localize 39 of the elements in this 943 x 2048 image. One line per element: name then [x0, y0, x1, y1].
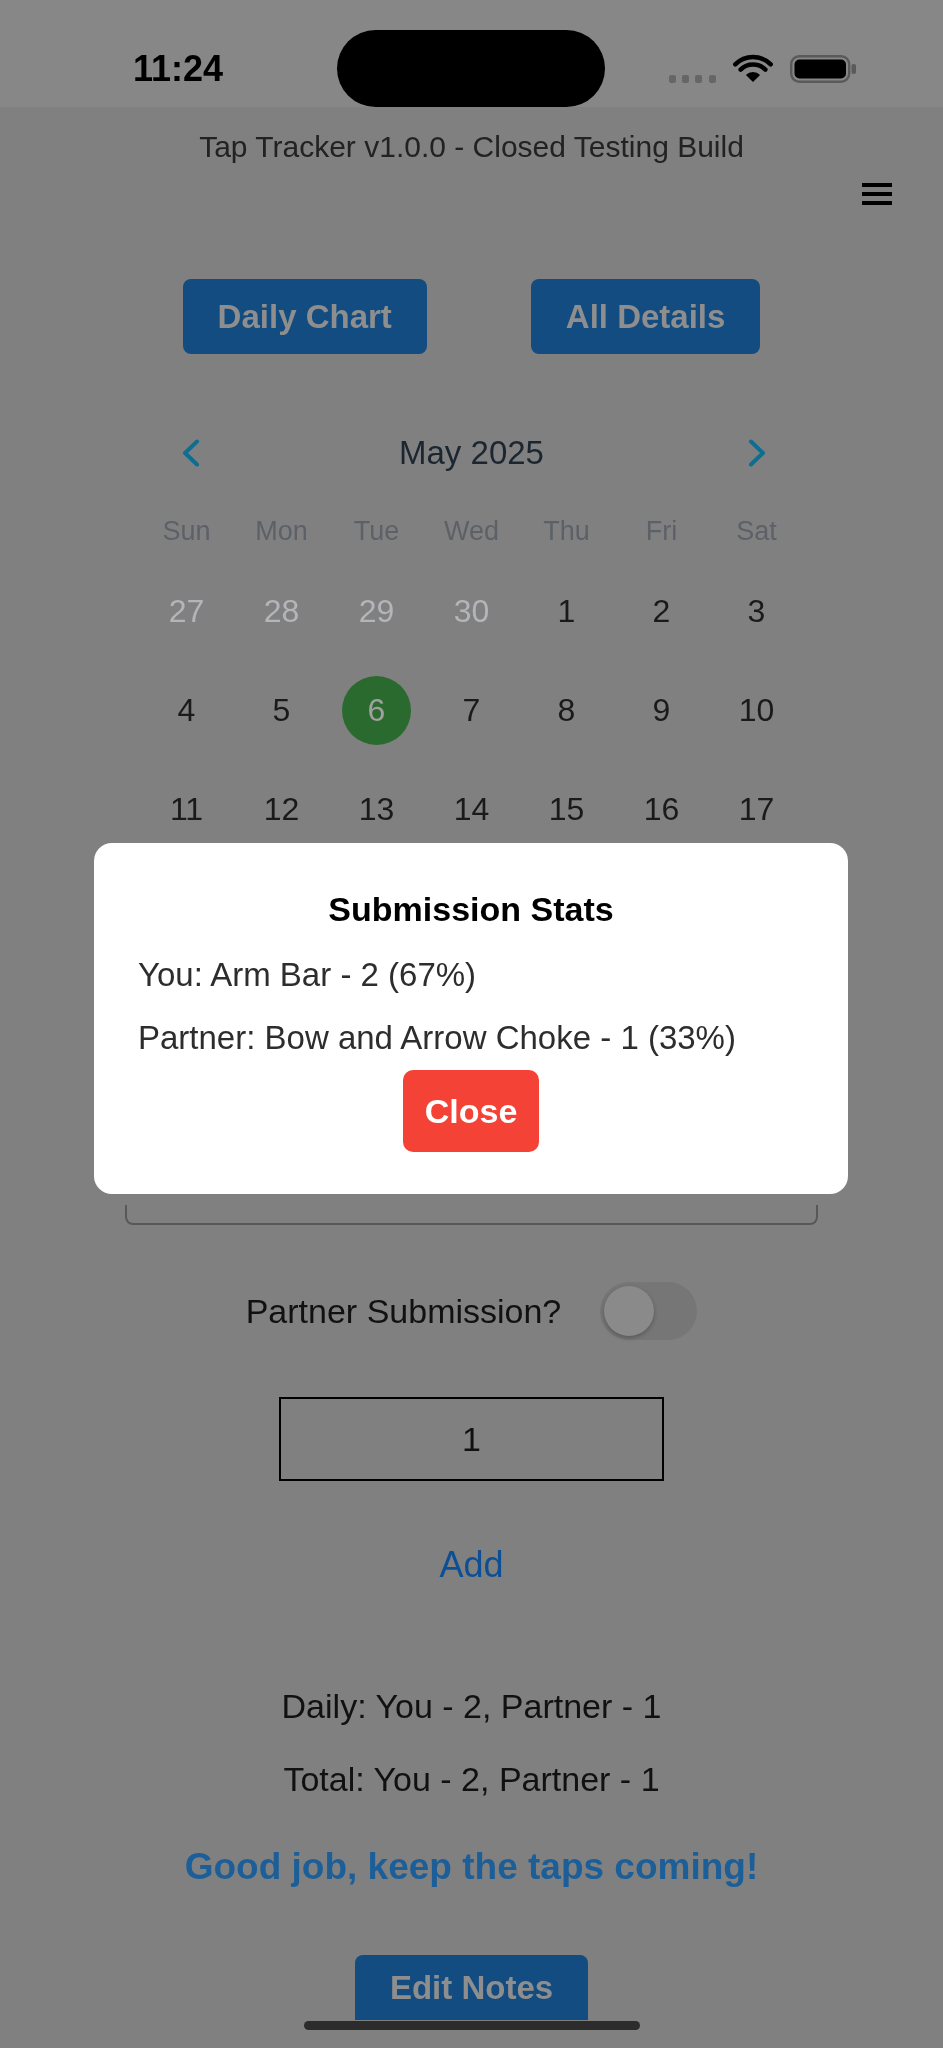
daily-totals-text: Daily: You - 2, Partner - 1: [281, 1686, 662, 1726]
calendar-day[interactable]: 13: [358, 791, 395, 828]
calendar-day[interactable]: 7: [462, 692, 481, 729]
battery-icon: [790, 54, 856, 83]
chevron-left-icon[interactable]: [182, 439, 200, 467]
count-field[interactable]: 1: [279, 1397, 664, 1481]
all-details-button[interactable]: All Details: [530, 279, 761, 354]
close-button[interactable]: Close: [402, 1070, 540, 1152]
input-field[interactable]: [125, 1205, 818, 1225]
status-time: 11:24: [133, 48, 224, 89]
calendar-day[interactable]: 17: [738, 791, 775, 828]
calendar-day[interactable]: 9: [652, 692, 671, 729]
chevron-right-icon[interactable]: [747, 439, 766, 467]
calendar-day[interactable]: 12: [263, 791, 300, 828]
dialog-title: Submission Stats: [327, 889, 615, 929]
edit-notes-button[interactable]: Edit Notes: [354, 1955, 589, 2020]
overall-totals-text: Total: You - 2, Partner - 1: [283, 1759, 660, 1799]
calendar-day[interactable]: 5: [272, 692, 291, 729]
calendar-day[interactable]: 6: [342, 676, 411, 745]
stat-line: Partner: Bow and Arrow Choke - 1 (33%): [138, 1018, 737, 1058]
calendar-day[interactable]: 3: [747, 593, 766, 630]
calendar-day[interactable]: 15: [548, 791, 585, 828]
month-label: May 2025: [399, 433, 544, 473]
stat-line: You: Arm Bar - 2 (67%): [138, 955, 478, 995]
menu-icon[interactable]: [862, 183, 892, 205]
calendar-day[interactable]: 16: [643, 791, 680, 828]
partner-submission-label: Partner Submission?: [245, 1291, 562, 1331]
calendar-day[interactable]: 2: [652, 593, 671, 630]
calendar-day[interactable]: 4: [177, 692, 196, 729]
wifi-icon: [732, 53, 774, 84]
encouragement-text: Good job, keep the taps coming!: [184, 1845, 759, 1889]
app-title: Tap Tracker v1.0.0 - Closed Testing Build: [199, 129, 744, 165]
daily-chart-button[interactable]: Daily Chart: [182, 279, 427, 354]
calendar-day[interactable]: 1: [557, 593, 576, 630]
calendar-day[interactable]: 14: [453, 791, 490, 828]
calendar-day[interactable]: 10: [738, 692, 775, 729]
calendar-day[interactable]: 8: [557, 692, 576, 729]
signal-icon: [669, 75, 716, 83]
calendar-day[interactable]: 11: [169, 791, 204, 828]
